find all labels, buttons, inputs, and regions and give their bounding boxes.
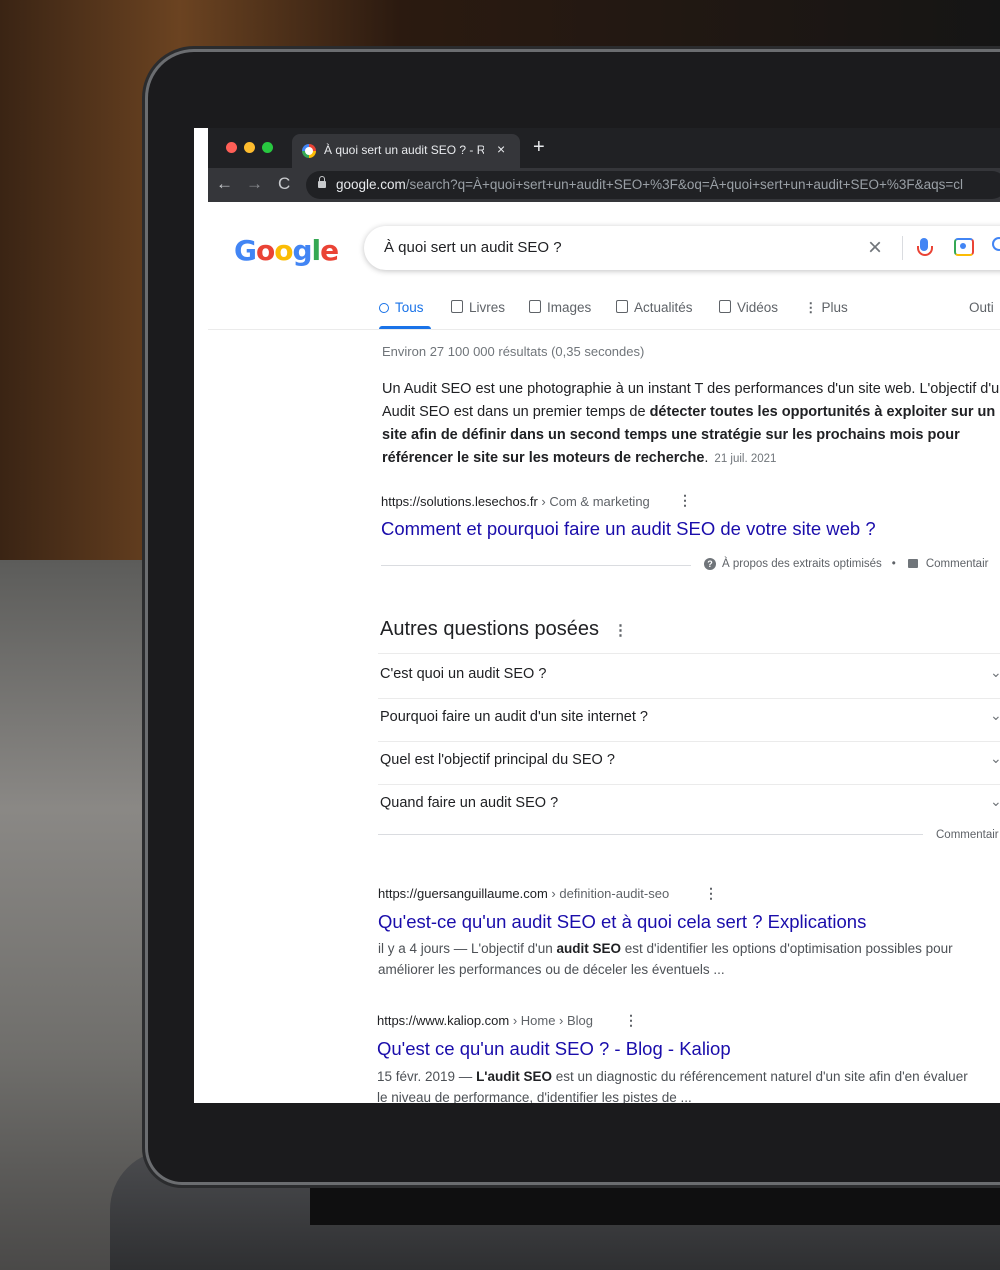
laptop-screen: À quoi sert un audit SEO ? - Re × + ← → … xyxy=(194,128,1000,1103)
url-path: /search?q=À+quoi+sert+un+audit+SEO+%3F&o… xyxy=(405,177,964,192)
tab-plus[interactable]: ⋮ Plus xyxy=(804,300,848,316)
paa-question[interactable]: Quel est l'objectif principal du SEO ? ⌄ xyxy=(378,742,1000,785)
feedback-link[interactable]: Commentair xyxy=(926,558,989,570)
video-icon xyxy=(719,300,731,313)
chevron-down-icon: ⌄ xyxy=(990,750,1000,766)
browser-tabbar: À quoi sert un audit SEO ? - Re × + xyxy=(208,128,1000,168)
help-icon[interactable]: ? xyxy=(704,558,716,570)
browser-tab-active[interactable]: À quoi sert un audit SEO ? - Re × xyxy=(292,134,520,168)
search-divider xyxy=(902,236,903,260)
tab-actualites[interactable]: Actualités xyxy=(616,300,693,315)
browser-toolbar: ← → C google.com/search?q=À+quoi+sert+un… xyxy=(208,168,1000,202)
microphone-icon[interactable] xyxy=(917,238,933,256)
paa-top-divider xyxy=(378,653,1000,654)
snippet-feedback: ? À propos des extraits optimisés • Comment… xyxy=(704,558,988,570)
tab-outils[interactable]: Outi xyxy=(969,300,994,315)
close-window-button[interactable] xyxy=(226,142,237,153)
back-arrow-icon[interactable]: ← xyxy=(216,174,233,194)
featured-snippet-text: Un Audit SEO est une photographie à un i… xyxy=(382,381,1000,466)
tab-videos[interactable]: Vidéos xyxy=(719,300,778,315)
paa-bottom-divider xyxy=(378,834,923,835)
url-host: google.com xyxy=(336,177,406,192)
image-icon xyxy=(529,300,541,313)
result-title[interactable]: Qu'est-ce qu'un audit SEO et à quoi cela… xyxy=(378,911,866,933)
more-options-icon[interactable]: ⋮ xyxy=(613,622,628,639)
chevron-down-icon: ⌄ xyxy=(990,707,1000,723)
search-icon xyxy=(379,303,389,313)
google-logo[interactable]: Google xyxy=(234,234,339,267)
featured-result-title[interactable]: Comment et pourquoi faire un audit SEO d… xyxy=(381,518,876,540)
snippet-divider xyxy=(381,565,691,566)
result-stats: Environ 27 100 000 résultats (0,35 secon… xyxy=(382,344,645,359)
more-options-icon[interactable]: ⋮ xyxy=(624,1012,638,1029)
tab-close-icon[interactable]: × xyxy=(497,141,505,157)
result-title[interactable]: Qu'est ce qu'un audit SEO ? - Blog - Kal… xyxy=(377,1038,731,1060)
feedback-icon[interactable] xyxy=(907,559,918,568)
snippet-date: 21 juil. 2021 xyxy=(714,453,777,465)
featured-cite[interactable]: https://solutions.lesechos.fr › Com & ma… xyxy=(381,494,650,509)
address-bar[interactable]: google.com/search?q=À+quoi+sert+un+audit… xyxy=(306,171,1000,199)
url-text[interactable]: google.com/search?q=À+quoi+sert+un+audit… xyxy=(336,177,963,192)
tab-livres[interactable]: Livres xyxy=(451,300,505,315)
google-favicon-icon xyxy=(302,144,316,158)
result-cite[interactable]: https://www.kaliop.com › Home › Blog xyxy=(377,1013,593,1028)
more-options-icon[interactable]: ⋮ xyxy=(704,885,718,902)
dot-separator: • xyxy=(891,558,896,570)
minimize-window-button[interactable] xyxy=(244,142,255,153)
paa-question[interactable]: C'est quoi un audit SEO ? ⌄ xyxy=(378,656,1000,699)
chevron-down-icon: ⌄ xyxy=(990,664,1000,680)
about-snippets-link[interactable]: À propos des extraits optimisés xyxy=(722,558,882,570)
paa-feedback-link[interactable]: Commentair xyxy=(936,829,999,841)
tabs-divider xyxy=(208,329,1000,330)
lock-icon[interactable] xyxy=(318,176,326,188)
paa-question[interactable]: Pourquoi faire un audit d'un site intern… xyxy=(378,699,1000,742)
paa-question[interactable]: Quand faire un audit SEO ? ⌄ xyxy=(378,785,1000,827)
paa-title: Autres questions posées ⋮ xyxy=(380,618,629,640)
tab-title: À quoi sert un audit SEO ? - Re xyxy=(324,143,484,157)
camera-lens-icon[interactable] xyxy=(954,238,974,256)
search-box[interactable]: À quoi sert un audit SEO ? × xyxy=(364,226,1000,270)
result-description: 15 févr. 2019 — L'audit SEO est un diagn… xyxy=(377,1069,968,1103)
news-icon xyxy=(616,300,628,313)
forward-arrow-icon[interactable]: → xyxy=(246,174,263,194)
new-tab-button[interactable]: + xyxy=(533,136,545,159)
more-vertical-icon: ⋮ xyxy=(804,300,818,315)
search-tabs: Tous Livres Images Actualités Vidéos ⋮ Pl… xyxy=(379,300,1000,330)
search-icon[interactable] xyxy=(992,237,1000,251)
reload-icon[interactable]: C xyxy=(278,174,290,194)
tab-images[interactable]: Images xyxy=(529,300,591,315)
result-description: il y a 4 jours — L'objectif d'un audit S… xyxy=(378,941,953,977)
more-options-icon[interactable]: ⋮ xyxy=(678,492,692,509)
maximize-window-button[interactable] xyxy=(262,142,273,153)
book-icon xyxy=(451,300,463,313)
search-input[interactable]: À quoi sert un audit SEO ? xyxy=(384,239,562,256)
chevron-down-icon: ⌄ xyxy=(990,793,1000,809)
clear-icon[interactable]: × xyxy=(868,234,882,262)
result-cite[interactable]: https://guersanguillaume.com › definitio… xyxy=(378,886,669,901)
tab-tous[interactable]: Tous xyxy=(379,300,424,315)
